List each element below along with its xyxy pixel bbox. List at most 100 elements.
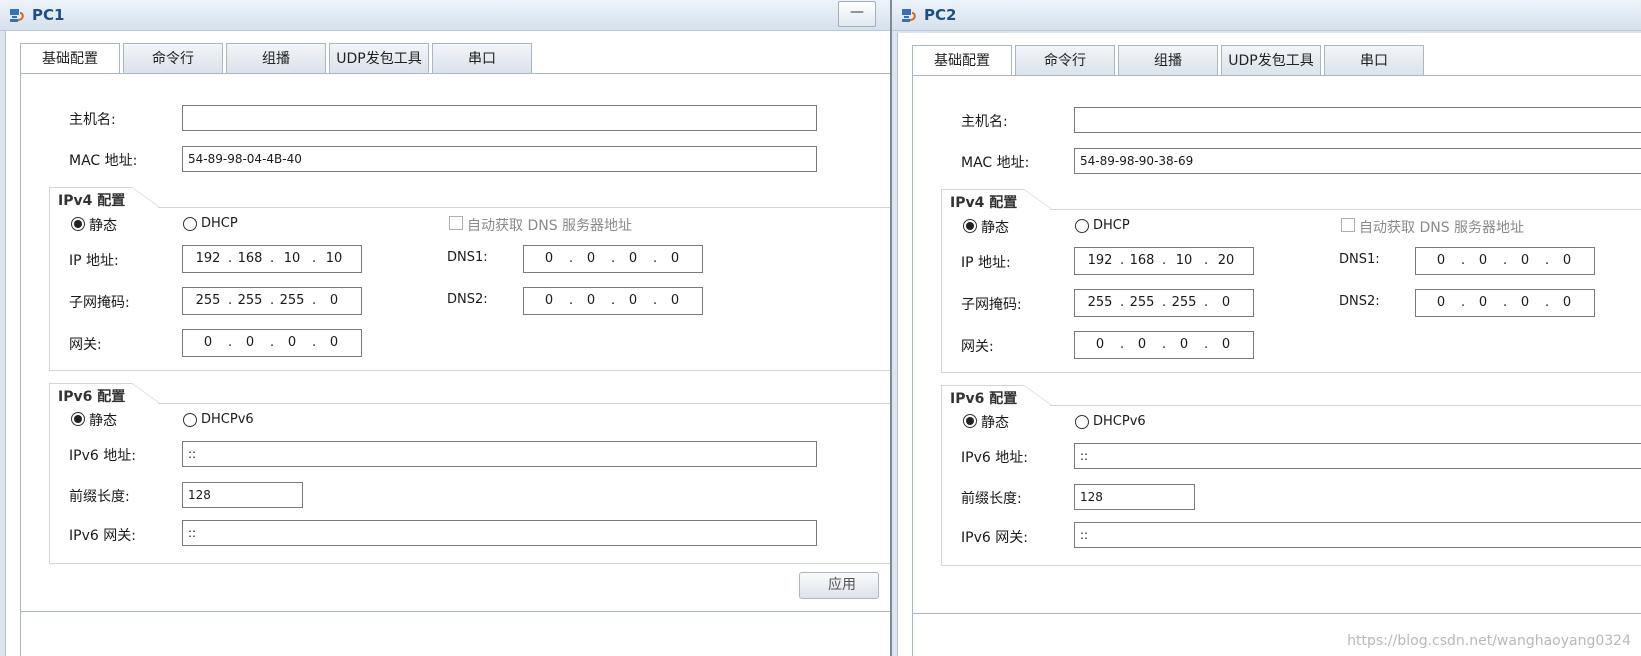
- octet: 0: [329, 335, 339, 350]
- group-tab-slant: [1023, 189, 1051, 209]
- dns2-input[interactable]: 0. 0. 0. 0: [1415, 289, 1595, 317]
- static-label: 静态: [89, 218, 117, 234]
- dhcp-radio[interactable]: [183, 217, 197, 231]
- ip-address-input[interactable]: 192. 168. 10. 20: [1074, 247, 1254, 275]
- ipv6-gateway-input[interactable]: ::: [182, 520, 817, 546]
- static6-radio[interactable]: [71, 412, 85, 426]
- static6-label: 静态: [89, 413, 117, 429]
- dhcp-label: DHCP: [201, 216, 238, 231]
- octet: 0: [1137, 337, 1147, 352]
- static-label: 静态: [981, 220, 1009, 236]
- gateway-input[interactable]: 0. 0. 0. 0: [182, 329, 362, 357]
- octet: 0: [544, 293, 554, 308]
- subnet-mask-input[interactable]: 255. 255. 255. 0: [1074, 289, 1254, 317]
- ipv6-title: IPv6 配置: [950, 391, 1018, 407]
- octet: 0: [1221, 337, 1231, 352]
- hostname-input[interactable]: [182, 105, 817, 131]
- hostname-label: 主机名:: [69, 112, 116, 128]
- auto-dns-checkbox[interactable]: [449, 216, 463, 230]
- tab-udp-tool[interactable]: UDP发包工具: [1221, 45, 1321, 75]
- dns2-label: DNS2:: [447, 292, 488, 307]
- prefix-length-input[interactable]: 128: [1074, 484, 1195, 510]
- ipv6-address-input[interactable]: ::: [182, 441, 817, 467]
- ipv6-address-label: IPv6 地址:: [961, 450, 1028, 466]
- octet: 0: [1179, 337, 1189, 352]
- group-border: [158, 403, 890, 404]
- octet: 255: [1171, 295, 1197, 310]
- octet: 10: [283, 251, 301, 266]
- tab-multicast[interactable]: 组播: [1118, 45, 1218, 75]
- title-bar[interactable]: PC2: [892, 0, 1641, 31]
- title-bar[interactable]: PC1 —: [0, 0, 890, 31]
- gateway-label: 网关:: [69, 337, 102, 353]
- auto-dns-checkbox[interactable]: [1341, 218, 1355, 232]
- group-tab-slant: [131, 383, 159, 403]
- ip-address-input[interactable]: 192. 168. 10. 10: [182, 245, 362, 273]
- static6-radio[interactable]: [963, 414, 977, 428]
- octet: 0: [628, 251, 638, 266]
- octet: 255: [1087, 295, 1113, 310]
- apply-button[interactable]: 应用: [799, 572, 879, 599]
- dns1-input[interactable]: 0. 0. 0. 0: [523, 245, 703, 273]
- auto-dns-label: 自动获取 DNS 服务器地址: [1359, 220, 1525, 236]
- octet: 0: [1562, 253, 1572, 268]
- tab-command-line[interactable]: 命令行: [1015, 45, 1115, 75]
- group-tab-slant: [1023, 385, 1051, 405]
- octet: 0: [1478, 253, 1488, 268]
- hostname-input[interactable]: [1074, 107, 1641, 133]
- tab-udp-tool[interactable]: UDP发包工具: [329, 43, 429, 73]
- tab-serial[interactable]: 串口: [432, 43, 532, 73]
- mac-address-input[interactable]: 54-89-98-04-4B-40: [182, 146, 817, 172]
- window-body: 基础配置 命令行 组播 UDP发包工具 串口 主机名: MAC 地址: 54-8…: [5, 31, 890, 656]
- dhcpv6-radio[interactable]: [1075, 415, 1089, 429]
- watermark: https://blog.csdn.net/wanghaoyang0324: [1347, 633, 1631, 649]
- ipv6-address-input[interactable]: ::: [1074, 443, 1641, 469]
- octet: 0: [1436, 253, 1446, 268]
- octet: 10: [1175, 253, 1193, 268]
- octet: 0: [329, 293, 339, 308]
- group-border: [1050, 209, 1641, 210]
- tab-command-line[interactable]: 命令行: [123, 43, 223, 73]
- window-title: PC2: [924, 6, 957, 24]
- window-title: PC1: [32, 6, 65, 24]
- dns2-input[interactable]: 0. 0. 0. 0: [523, 287, 703, 315]
- subnet-mask-input[interactable]: 255. 255. 255. 0: [182, 287, 362, 315]
- panel-bottom-border: [21, 611, 890, 612]
- dhcp-radio[interactable]: [1075, 219, 1089, 233]
- octet: 0: [586, 251, 596, 266]
- dns1-input[interactable]: 0. 0. 0. 0: [1415, 247, 1595, 275]
- pc-app-icon: [902, 9, 916, 22]
- dhcp-label: DHCP: [1093, 218, 1130, 233]
- ipv6-title: IPv6 配置: [58, 389, 126, 405]
- mac-label: MAC 地址:: [69, 153, 138, 169]
- prefix-length-input[interactable]: 128: [182, 482, 303, 508]
- octet: 0: [670, 293, 680, 308]
- octet: 20: [1217, 253, 1235, 268]
- mac-address-input[interactable]: 54-89-98-90-38-69: [1074, 148, 1641, 174]
- octet: 255: [237, 293, 263, 308]
- prefix-length-label: 前缀长度:: [69, 489, 130, 505]
- dns2-label: DNS2:: [1339, 294, 1380, 309]
- dns1-label: DNS1:: [447, 250, 488, 265]
- group-tab-slant: [131, 187, 159, 207]
- ipv4-title: IPv4 配置: [58, 193, 126, 209]
- octet: 0: [1562, 295, 1572, 310]
- gateway-input[interactable]: 0. 0. 0. 0: [1074, 331, 1254, 359]
- dhcpv6-radio[interactable]: [183, 413, 197, 427]
- octet: 0: [544, 251, 554, 266]
- tab-serial[interactable]: 串口: [1324, 45, 1424, 75]
- tab-multicast[interactable]: 组播: [226, 43, 326, 73]
- octet: 192: [195, 251, 221, 266]
- static-radio[interactable]: [71, 217, 85, 231]
- gateway-label: 网关:: [961, 339, 994, 355]
- minimize-button[interactable]: —: [838, 1, 876, 27]
- tab-basic-config[interactable]: 基础配置: [20, 43, 120, 73]
- octet: 0: [1520, 253, 1530, 268]
- pc-app-icon: [10, 9, 24, 22]
- hostname-label: 主机名:: [961, 114, 1008, 130]
- static-radio[interactable]: [963, 219, 977, 233]
- dhcpv6-label: DHCPv6: [1093, 414, 1146, 429]
- tab-basic-config[interactable]: 基础配置: [912, 45, 1012, 75]
- ipv6-gateway-input[interactable]: ::: [1074, 522, 1641, 548]
- basic-config-panel: 主机名: MAC 地址: 54-89-98-04-4B-40 IPv4 配置 静…: [20, 74, 890, 656]
